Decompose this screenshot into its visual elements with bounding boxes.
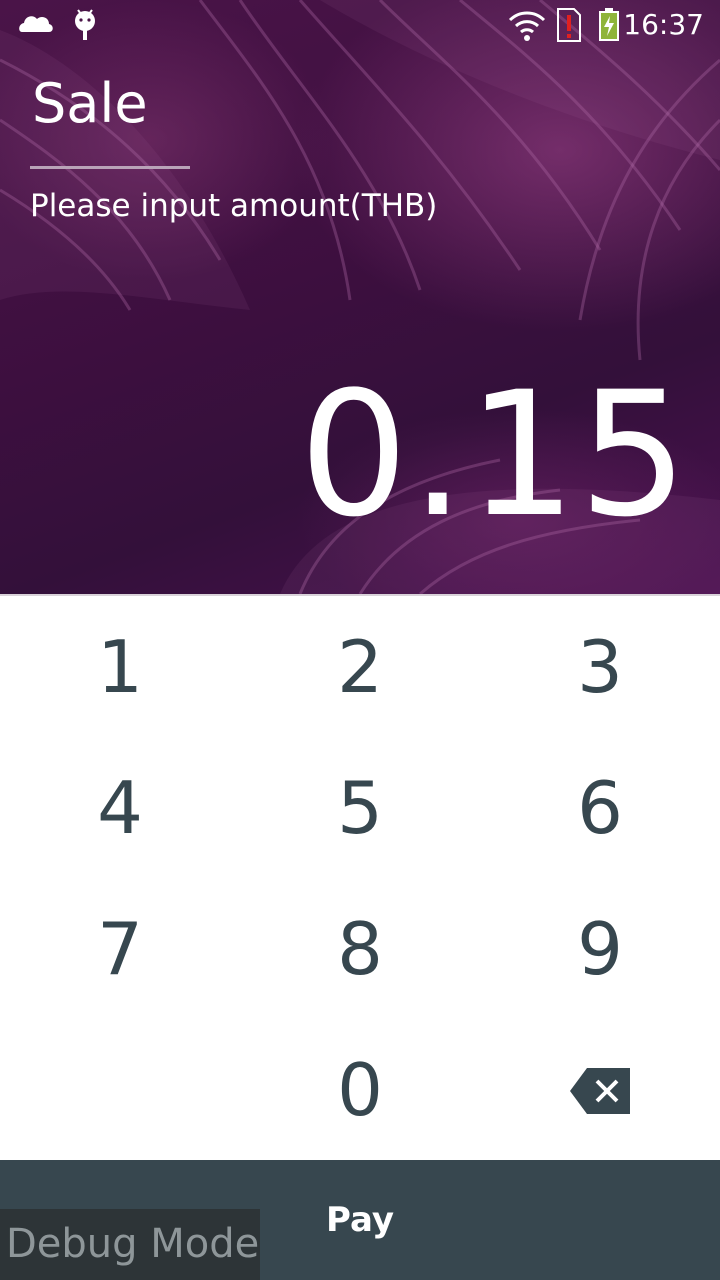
key-7[interactable]: 7 (0, 878, 240, 1019)
battery-charging-icon (598, 8, 620, 46)
numeric-keypad: 1 2 3 4 5 6 7 8 9 0 (0, 596, 720, 1160)
title-underline (30, 166, 190, 169)
key-4[interactable]: 4 (0, 737, 240, 878)
backspace-icon (569, 1050, 631, 1130)
status-bar: 16:37 (0, 0, 720, 50)
page-title: Sale (32, 72, 148, 135)
android-icon (72, 8, 98, 46)
cloud-car-icon (18, 8, 54, 42)
key-8[interactable]: 8 (240, 878, 480, 1019)
key-9[interactable]: 9 (480, 878, 720, 1019)
amount-prompt: Please input amount(THB) (30, 188, 438, 224)
debug-mode-label: Debug Mode (0, 1209, 260, 1280)
wifi-icon (508, 8, 546, 46)
key-6[interactable]: 6 (480, 737, 720, 878)
key-2[interactable]: 2 (240, 596, 480, 737)
backspace-button[interactable] (480, 1019, 720, 1160)
key-3[interactable]: 3 (480, 596, 720, 737)
amount-display: 0.15 (299, 354, 690, 555)
key-5[interactable]: 5 (240, 737, 480, 878)
key-0[interactable]: 0 (240, 1019, 480, 1160)
status-time: 16:37 (623, 8, 704, 41)
key-1[interactable]: 1 (0, 596, 240, 737)
sim-alert-icon (556, 8, 582, 46)
